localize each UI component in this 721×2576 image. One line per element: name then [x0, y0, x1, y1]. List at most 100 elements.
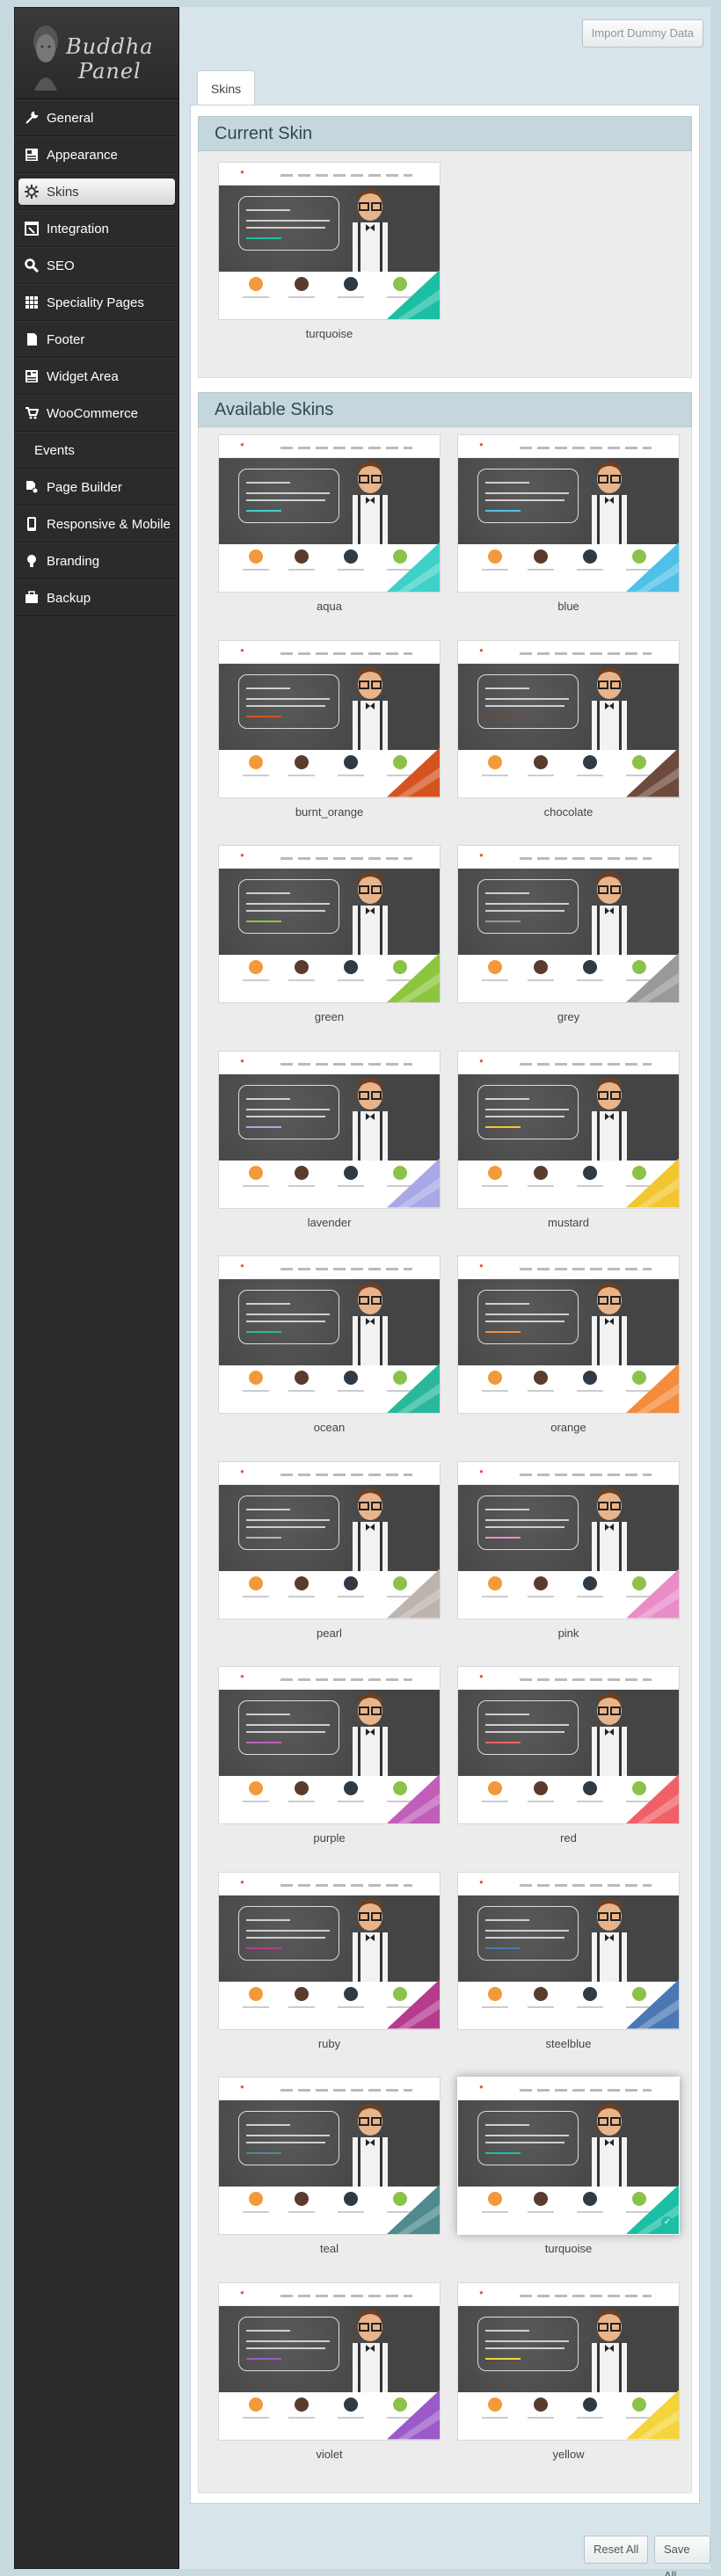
skin-thumbnail[interactable]: ● [218, 434, 441, 593]
skin-option-steelblue[interactable]: ● steelblue [457, 1871, 680, 2053]
thumb-avatar [249, 1781, 263, 1795]
skins-panel: Current Skin ● turquoise Available Skins… [190, 105, 700, 2504]
skin-label: lavender [307, 1215, 352, 1229]
thumb-text-line [288, 1390, 315, 1392]
sidebar-item-responsive-mobile[interactable]: Responsive & Mobile [15, 506, 178, 542]
skin-option-turquoise[interactable]: ● ✓ turquoise [457, 2077, 680, 2258]
sidebar-item-skins[interactable]: Skins [15, 173, 178, 210]
sidebar: Buddha Panel General Appearance Skins Integ… [14, 7, 179, 2569]
thumb-avatar [488, 2192, 502, 2206]
skin-option-pearl[interactable]: ● pearl [218, 1460, 441, 1642]
sidebar-menu: General Appearance Skins Integration SEO Spec… [15, 99, 178, 616]
skin-thumbnail[interactable]: ● [218, 1460, 441, 1619]
thumb-avatar [534, 1165, 548, 1180]
skin-thumbnail[interactable]: ● [457, 2281, 680, 2441]
thumb-chalkboard [458, 1279, 679, 1365]
skin-option-grey[interactable]: ● grey [457, 845, 680, 1026]
skin-thumbnail[interactable]: ● [218, 1666, 441, 1824]
skin-option-pink[interactable]: ● pink [457, 1460, 680, 1642]
tab-skins[interactable]: Skins [197, 70, 255, 106]
skin-option-turquoise[interactable]: ● turquoise [218, 162, 441, 343]
gear-icon [24, 184, 40, 200]
skin-thumbnail[interactable]: ● [218, 2281, 441, 2441]
skin-option-orange[interactable]: ● orange [457, 1255, 680, 1437]
skin-thumbnail[interactable]: ● [457, 845, 680, 1003]
sidebar-item-label: Widget Area [47, 368, 119, 384]
thumb-chalkboard [458, 2305, 679, 2392]
thumb-boy-illustration [592, 2104, 627, 2187]
skin-thumbnail[interactable]: ● [218, 845, 441, 1003]
skin-thumbnail[interactable]: ● [218, 2077, 441, 2235]
sidebar-item-seo[interactable]: SEO [15, 247, 178, 284]
sidebar-item-label: Appearance [47, 147, 118, 163]
thumb-text-line [387, 2416, 413, 2419]
skin-thumbnail[interactable]: ● ✓ [457, 2077, 680, 2235]
grid-icon [24, 295, 40, 310]
available-skins-heading: Available Skins [198, 392, 692, 427]
thumb-header: ● [219, 435, 440, 458]
thumb-avatar [488, 1575, 502, 1590]
thumb-speech-bubble [238, 1084, 339, 1139]
sidebar-item-general[interactable]: General [15, 99, 178, 136]
sidebar-item-woocommerce[interactable]: WooCommerce [15, 395, 178, 432]
sidebar-item-branding[interactable]: Branding [15, 542, 178, 579]
skin-thumbnail[interactable]: ● [457, 1666, 680, 1824]
thumb-text-line [288, 1184, 315, 1187]
thumb-text-line [528, 979, 554, 981]
thumb-text-line [338, 774, 364, 776]
sidebar-item-integration[interactable]: Integration [15, 210, 178, 247]
skin-option-lavender[interactable]: ● lavender [218, 1050, 441, 1232]
skin-option-chocolate[interactable]: ● chocolate [457, 639, 680, 821]
import-dummy-data-button[interactable]: Import Dummy Data [581, 19, 703, 47]
skin-thumbnail[interactable]: ● [218, 1255, 441, 1414]
sidebar-item-footer[interactable]: Footer [15, 321, 178, 358]
thumb-boy-illustration [353, 1283, 388, 1365]
skin-option-ruby[interactable]: ● ruby [218, 1871, 441, 2053]
sidebar-item-appearance[interactable]: Appearance [15, 136, 178, 173]
skin-option-blue[interactable]: ● blue [457, 434, 680, 615]
skin-option-yellow[interactable]: ● yellow [457, 2281, 680, 2463]
sidebar-item-label: General [47, 110, 94, 126]
skin-thumbnail[interactable]: ● [457, 1871, 680, 2030]
skin-thumbnail[interactable]: ● [457, 1050, 680, 1209]
skin-thumbnail[interactable]: ● [218, 1871, 441, 2030]
thumb-avatar [344, 1165, 358, 1180]
skin-option-red[interactable]: ● red [457, 1666, 680, 1847]
sidebar-item-backup[interactable]: Backup [15, 579, 178, 616]
sidebar-item-speciality-pages[interactable]: Speciality Pages [15, 284, 178, 321]
thumb-text-line [482, 1390, 508, 1392]
thumb-text-line [288, 2005, 315, 2008]
skin-thumbnail[interactable]: ● [218, 1050, 441, 1209]
skin-thumbnail[interactable]: ● [457, 434, 680, 593]
thumb-nav [280, 1678, 412, 1681]
thumb-avatar [583, 1165, 597, 1180]
thumb-avatar [488, 960, 502, 974]
skin-option-ocean[interactable]: ● ocean [218, 1255, 441, 1437]
skin-option-mustard[interactable]: ● mustard [457, 1050, 680, 1232]
sidebar-item-page-builder[interactable]: Page Builder [15, 469, 178, 506]
sidebar-item-widget-area[interactable]: Widget Area [15, 358, 178, 395]
skin-thumbnail[interactable]: ● [457, 1460, 680, 1619]
sidebar-item-events[interactable]: Events [15, 432, 178, 469]
skin-option-green[interactable]: ● green [218, 845, 441, 1026]
skin-thumbnail[interactable]: ● [457, 1255, 680, 1414]
save-all-button[interactable]: Save All [654, 2536, 710, 2576]
skin-label: yellow [552, 2447, 585, 2461]
thumb-avatar [534, 1986, 548, 2001]
skin-option-teal[interactable]: ● teal [218, 2077, 441, 2258]
skin-option-aqua[interactable]: ● aqua [218, 434, 441, 615]
skin-thumbnail[interactable]: ● [218, 639, 441, 798]
footer-icon [24, 331, 40, 347]
reset-all-button[interactable]: Reset All [584, 2536, 649, 2564]
skin-option-purple[interactable]: ● purple [218, 1666, 441, 1847]
thumb-avatar [488, 549, 502, 564]
thumb-chalkboard [219, 458, 440, 544]
skin-option-burnt-orange[interactable]: ● burnt_orange [218, 639, 441, 821]
logo-text: Buddha Panel [66, 34, 154, 84]
thumb-avatar [632, 1781, 646, 1795]
skin-thumbnail[interactable]: ● [218, 162, 441, 320]
skin-thumbnail[interactable]: ● [457, 639, 680, 798]
thumb-nav [280, 1062, 412, 1066]
thumb-speech-bubble [477, 1905, 579, 1961]
skin-option-violet[interactable]: ● violet [218, 2281, 441, 2463]
